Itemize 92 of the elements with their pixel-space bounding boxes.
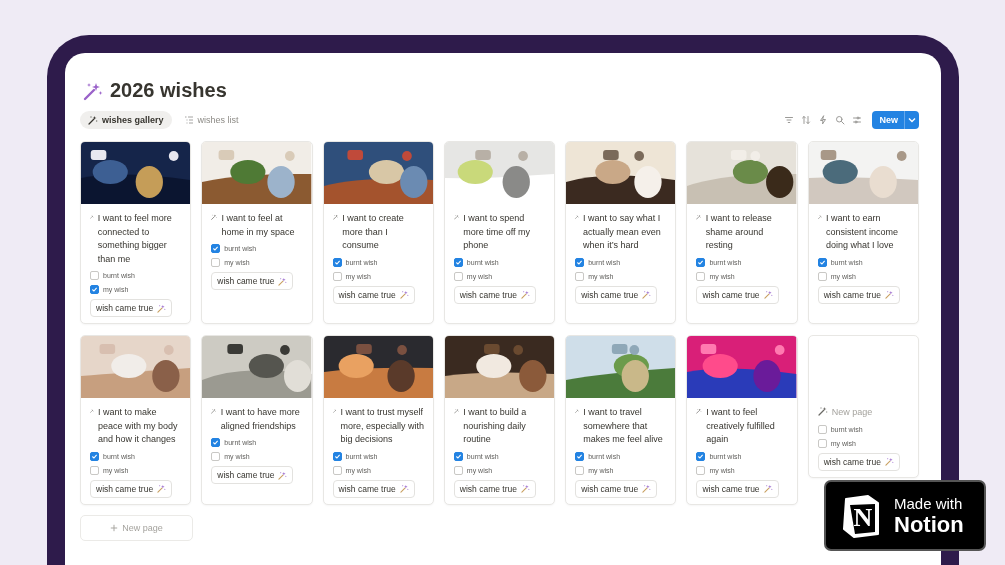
checkbox[interactable] xyxy=(696,465,706,475)
magic-wand-icon xyxy=(157,484,167,493)
magic-wand-icon xyxy=(521,484,530,493)
tag-label: wish came true xyxy=(702,289,760,300)
checkbox[interactable] xyxy=(575,465,585,475)
tag-label: wish came true xyxy=(459,289,517,300)
checkbox[interactable] xyxy=(696,271,706,281)
card-title: I want to travel somewhere that makes me feel alive xyxy=(583,406,664,446)
tag-label: wish came true xyxy=(338,483,396,494)
tag-label: wish came true xyxy=(459,483,517,494)
card-title: I want to feel more connected to something bigger than me xyxy=(97,212,173,266)
tag-label: wish came true xyxy=(96,483,154,494)
new-button[interactable]: New xyxy=(872,111,919,129)
tag-label: wish came true xyxy=(581,289,639,300)
magic-wand-icon xyxy=(696,406,703,416)
checkbox[interactable] xyxy=(817,271,827,281)
checkbox[interactable] xyxy=(453,257,463,267)
checkbox[interactable] xyxy=(575,257,585,267)
magic-wand-icon xyxy=(278,276,288,286)
checkbox[interactable] xyxy=(332,257,342,267)
card-title: I want to say what I actually mean even when it’s hard xyxy=(583,212,662,252)
magic-wand-icon xyxy=(157,303,167,313)
magic-wand-icon xyxy=(884,457,894,466)
page-title: 2026 wishes xyxy=(110,79,227,102)
magic-wand-icon xyxy=(642,290,652,299)
checkbox[interactable] xyxy=(332,271,342,281)
card-title: I want to earn consistent income doing what I love xyxy=(825,212,899,252)
badge-text: Made with xyxy=(894,494,964,513)
magic-wand-icon xyxy=(332,212,339,222)
card-title: I want to feel at home in my space xyxy=(221,212,296,239)
view-tab[interactable]: wishes list xyxy=(175,111,247,129)
view-tab[interactable]: wishes gallery xyxy=(80,111,172,129)
magic-wand-icon xyxy=(88,115,98,125)
checkbox[interactable] xyxy=(575,271,585,281)
tag-label: wish came true xyxy=(338,289,396,300)
settings-icon[interactable] xyxy=(852,115,863,125)
magic-wand-icon xyxy=(884,290,894,299)
checkbox[interactable] xyxy=(453,465,463,475)
card-title: I want to have more aligned friendships xyxy=(220,406,301,433)
tag-label: wish came true xyxy=(823,456,881,467)
tag-label: wish came true xyxy=(823,289,881,300)
checkbox[interactable] xyxy=(90,451,99,461)
card-title: I want to spend more time off my phone xyxy=(463,212,531,252)
checkbox[interactable] xyxy=(90,285,99,294)
card-title: I want to release shame around resting xyxy=(705,212,773,252)
card-title: I want to make peace with my body and how it changes xyxy=(97,406,179,446)
checkbox[interactable] xyxy=(90,465,99,475)
card-title: I want to trust myself more, especially with big decisions xyxy=(340,406,425,446)
checkbox[interactable] xyxy=(211,452,221,461)
card-title: I want to feel creatively fulfilled again xyxy=(706,406,776,446)
magic-wand-icon xyxy=(696,212,702,222)
magic-wand-icon xyxy=(399,290,409,299)
checkbox[interactable] xyxy=(696,451,706,461)
card-title: I want to create more than I consume xyxy=(342,212,405,252)
tag-label: wish came true xyxy=(217,470,275,480)
checkbox[interactable] xyxy=(211,244,221,253)
magic-wand-icon xyxy=(521,290,530,299)
magic-wand-icon xyxy=(817,406,828,416)
magic-wand-icon xyxy=(763,290,773,299)
magic-wand-icon xyxy=(763,484,773,493)
tag-label: wish came true xyxy=(96,303,154,313)
list-icon xyxy=(183,115,194,125)
checkbox[interactable] xyxy=(453,271,463,281)
magic-wand-icon xyxy=(278,470,288,480)
new-page-label: New page xyxy=(122,522,163,533)
checkbox[interactable] xyxy=(696,257,706,267)
magic-wand-icon xyxy=(453,406,460,416)
magic-wand-icon xyxy=(453,212,460,222)
card-title: I want to build a nourishing daily routine xyxy=(463,406,528,446)
checkbox[interactable] xyxy=(90,271,99,280)
magic-wand-icon xyxy=(399,484,409,493)
tag-label: wish came true xyxy=(217,276,275,286)
card-title: New page xyxy=(831,406,873,419)
checkbox[interactable] xyxy=(817,257,827,267)
lightning-icon[interactable] xyxy=(818,115,829,125)
checkbox[interactable] xyxy=(332,451,342,461)
sort-icon[interactable] xyxy=(801,115,812,125)
checkbox[interactable] xyxy=(817,438,827,448)
plus-icon xyxy=(110,523,119,532)
checkbox[interactable] xyxy=(211,438,221,447)
search-icon[interactable] xyxy=(835,115,846,125)
checkbox[interactable] xyxy=(332,465,342,475)
magic-wand-icon xyxy=(211,406,217,416)
magic-wand-icon xyxy=(642,484,652,493)
checkbox[interactable] xyxy=(817,424,827,434)
tag-label: wish came true xyxy=(702,483,760,494)
checkbox[interactable] xyxy=(211,258,221,267)
tag-label: wish came true xyxy=(581,483,639,494)
badge-brand: Notion xyxy=(894,512,964,537)
checkbox[interactable] xyxy=(575,451,585,461)
checkbox[interactable] xyxy=(453,451,463,461)
filter-icon[interactable] xyxy=(784,115,795,125)
